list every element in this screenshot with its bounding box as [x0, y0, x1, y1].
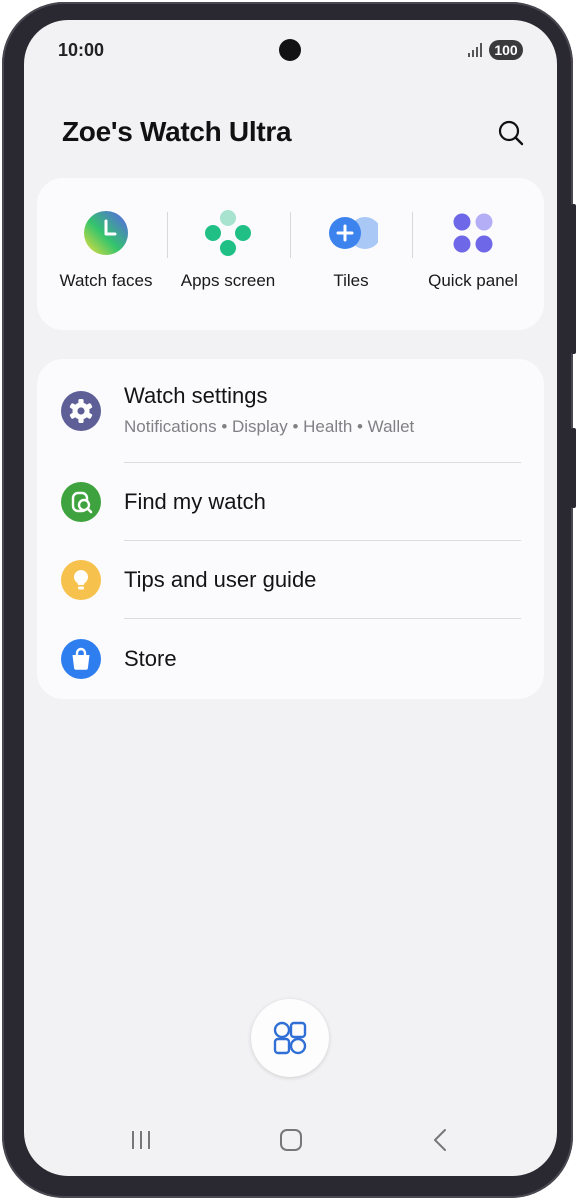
camera-cutout: [279, 39, 301, 61]
quick-action-quick-panel[interactable]: Quick panel: [412, 178, 534, 330]
status-time: 10:00: [58, 40, 105, 60]
battery-icon: 100: [489, 40, 523, 60]
search-button[interactable]: [494, 116, 528, 150]
menu-item-title: Watch settings: [124, 383, 268, 408]
quick-action-label: Apps screen: [180, 271, 276, 290]
menu-item-watch-settings[interactable]: Watch settings Notifications • Display •…: [37, 359, 544, 463]
quick-action-tiles[interactable]: Tiles: [290, 178, 412, 330]
quick-action-label: Quick panel: [428, 271, 518, 290]
quick-action-label: Watch faces: [59, 271, 153, 290]
search-icon: [498, 120, 524, 146]
volume-button: [571, 204, 576, 354]
quick-action-watch-faces[interactable]: Watch faces: [45, 178, 167, 330]
quick-action-label: Tiles: [333, 271, 369, 290]
quick-actions-card: Watch faces Apps screen Tiles Quick pane…: [37, 178, 544, 330]
page-title: Zoe's Watch Ultra: [62, 116, 292, 147]
gear-icon: [61, 391, 101, 431]
menu-item-title: Tips and user guide: [124, 567, 317, 592]
grid-shapes-icon: [273, 1021, 307, 1055]
lightbulb-icon: [61, 560, 101, 600]
recents-icon[interactable]: [129, 1128, 153, 1152]
menu-item-title: Store: [124, 646, 177, 671]
menu-item-store[interactable]: Store: [37, 619, 544, 699]
find-watch-icon: [61, 482, 101, 522]
menu-item-subtitle: Notifications • Display • Health • Walle…: [124, 417, 415, 436]
watch-faces-icon: [84, 211, 128, 255]
back-icon[interactable]: [429, 1128, 453, 1152]
shopping-bag-icon: [61, 639, 101, 679]
quick-panel-icon: [453, 213, 493, 253]
menu-item-find-my-watch[interactable]: Find my watch: [37, 463, 544, 541]
power-button: [571, 428, 576, 508]
menu-item-title: Find my watch: [124, 489, 266, 514]
tiles-icon: [329, 217, 378, 249]
signal-icon: [468, 43, 482, 57]
screen: 10:00 100 Zoe's Watch Ultra Watch faces …: [24, 20, 557, 1176]
home-icon[interactable]: [279, 1128, 303, 1152]
quick-action-apps-screen[interactable]: Apps screen: [167, 178, 289, 330]
apps-fab-button[interactable]: [251, 999, 329, 1077]
menu-list-card: Watch settings Notifications • Display •…: [37, 359, 544, 699]
apps-screen-icon: [205, 210, 251, 256]
menu-item-tips-user-guide[interactable]: Tips and user guide: [37, 541, 544, 619]
